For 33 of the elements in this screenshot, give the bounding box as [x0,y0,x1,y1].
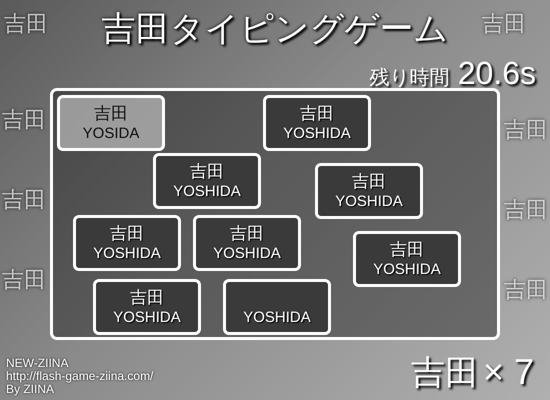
word-text: 吉田 [110,223,144,245]
reading-text: YOSHIDA [173,183,241,201]
time-left-value: 20.6s [458,58,536,88]
background-text: 吉田 [482,14,526,36]
credit-line: NEW-ZIINA [6,357,70,370]
time-left-label: 残り時間 [370,64,450,91]
background-text: 吉田 [2,190,46,212]
reading-text: YOSHIDA [373,261,441,279]
credit-line: By ZIINA [6,383,54,396]
word-text: 吉田 [130,287,164,309]
reading-text: YOSHIDA [243,309,311,327]
background-text: 吉田 [2,110,46,132]
game-title: 吉田タイピングゲーム [102,8,448,51]
reading-text: YOSHIDA [213,245,281,263]
score-count: × 7 [482,351,534,393]
reading-text: YOSHIDA [335,193,403,211]
background-text: 吉田 [2,270,46,292]
reading-text: YOSHIDA [93,245,161,263]
reading-text: YOSIDA [82,125,140,143]
word-text: 吉田 [300,103,334,125]
word-text: 吉田 [352,171,386,193]
background-text: 吉田 [504,120,548,142]
score-word: 吉田 [410,352,479,395]
reading-text: YOSHIDA [283,125,351,143]
word-text: 吉田 [230,223,264,245]
word-text: 吉田 [94,103,128,125]
word-text: 吉田 [190,161,224,183]
background-text: 吉田 [4,14,48,36]
word-text: 吉田 [390,239,424,261]
background-text: 吉田 [504,200,548,222]
credit-line: http://flash-game-ziina.com/ [6,370,154,383]
reading-text: YOSHIDA [113,309,181,327]
background-text: 吉田 [504,280,548,302]
